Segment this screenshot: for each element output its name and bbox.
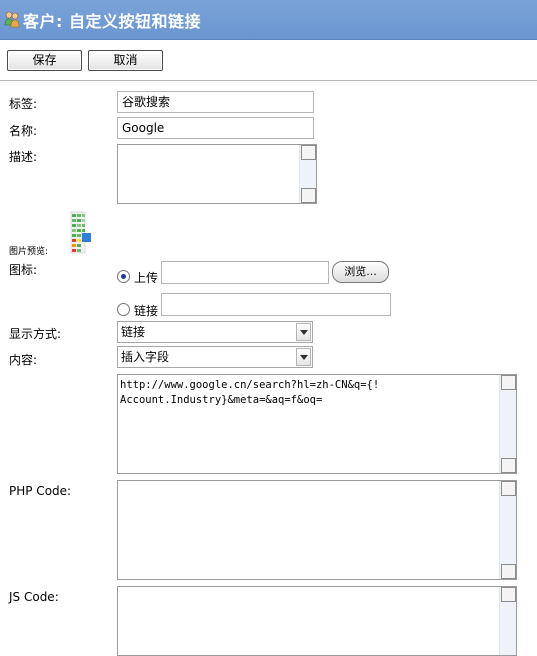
description-field-label: 描述: (9, 150, 38, 164)
image-preview-icon (70, 211, 91, 254)
js-code-textarea[interactable] (117, 586, 517, 656)
content-scrollbar[interactable] (499, 375, 516, 473)
display-mode-value: 链接 (121, 325, 146, 339)
content-text: http://www.google.cn/search?hl=zh-CN&q={… (120, 379, 380, 406)
icon-field-label: 图标: (9, 263, 38, 277)
chevron-down-icon[interactable] (296, 323, 311, 341)
link-url-input[interactable] (161, 293, 391, 316)
insert-field-select[interactable]: 插入字段 (117, 346, 313, 368)
name-input[interactable]: Google (117, 117, 314, 139)
label-field-label: 标签: (9, 97, 38, 111)
upload-file-input[interactable] (161, 261, 329, 284)
scroll-down-button[interactable] (501, 564, 516, 579)
scroll-up-button[interactable] (501, 481, 516, 496)
display-mode-select[interactable]: 链接 (117, 321, 313, 343)
scroll-up-button[interactable] (501, 587, 516, 602)
toolbar: 保存 取消 (0, 40, 537, 81)
content-textarea[interactable]: http://www.google.cn/search?hl=zh-CN&q={… (117, 374, 517, 474)
scroll-down-button[interactable] (501, 458, 516, 473)
image-preview-label: 图片预览: (9, 247, 49, 257)
cancel-button[interactable]: 取消 (88, 50, 163, 71)
upload-radio[interactable] (117, 270, 130, 283)
description-scrollbar[interactable] (299, 145, 316, 203)
js-code-label: JS Code: (9, 590, 59, 604)
content-label: 内容: (9, 353, 38, 367)
insert-field-value: 插入字段 (121, 350, 170, 364)
php-code-label: PHP Code: (9, 484, 72, 498)
link-radio-label: 链接 (134, 304, 159, 318)
upload-radio-label: 上传 (134, 271, 159, 285)
title-bar: 客户: 自定义按钮和链接 (0, 0, 537, 40)
save-button[interactable]: 保存 (7, 50, 82, 71)
page-title: 客户: 自定义按钮和链接 (23, 12, 201, 31)
display-mode-label: 显示方式: (9, 327, 62, 341)
user-group-icon (4, 11, 20, 28)
label-input[interactable]: 谷歌搜索 (117, 91, 314, 113)
description-textarea[interactable] (117, 144, 317, 204)
php-code-textarea[interactable] (117, 480, 517, 580)
link-radio[interactable] (117, 303, 130, 316)
scroll-down-button[interactable] (301, 188, 316, 203)
name-field-label: 名称: (9, 124, 38, 138)
php-code-scrollbar[interactable] (499, 481, 516, 579)
scroll-up-button[interactable] (501, 375, 516, 390)
chevron-down-icon[interactable] (296, 348, 311, 366)
scroll-up-button[interactable] (301, 145, 316, 160)
browse-button[interactable]: 浏览... (332, 261, 389, 283)
